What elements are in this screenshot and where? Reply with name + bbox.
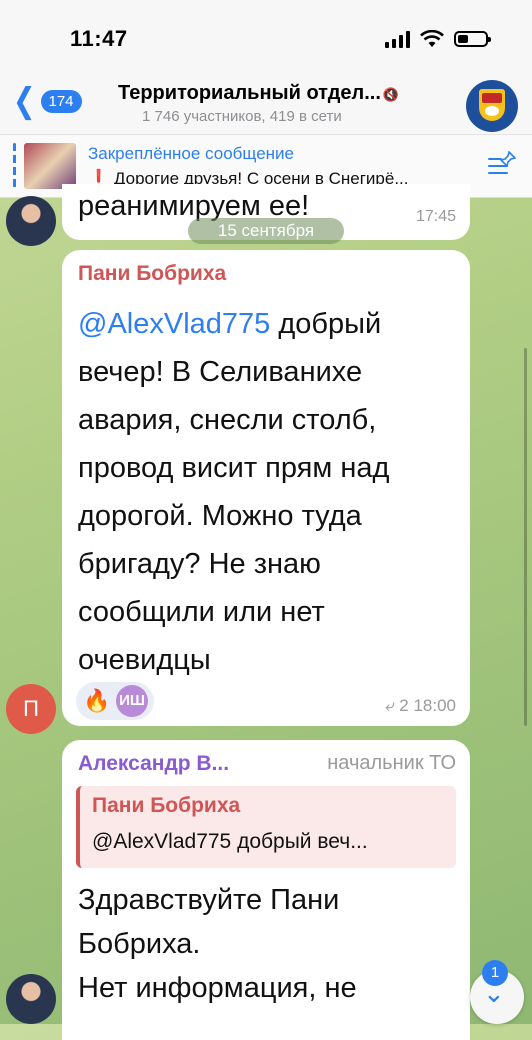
pinned-list-icon[interactable] [488, 151, 516, 179]
coat-of-arms-icon [479, 89, 505, 121]
message-time: 18:00 [413, 696, 456, 715]
message-bubble[interactable]: Пани Бобриха @AlexVlad775 добрый вечер! … [62, 250, 470, 726]
group-avatar[interactable] [466, 80, 518, 132]
status-icons [385, 30, 491, 48]
date-divider: 15 сентября [188, 218, 344, 244]
chat-title[interactable]: Территориальный отдел... 🔇 [118, 82, 399, 105]
wifi-icon [420, 30, 444, 47]
chat-header: ❮ 174 Территориальный отдел... 🔇 1 746 уч… [0, 78, 532, 134]
mention-link[interactable]: @AlexVlad775 [78, 308, 270, 340]
chevron-left-icon: ❮ [12, 82, 36, 120]
reaction-user-avatar: ИШ [116, 685, 148, 717]
pinned-indicator [13, 143, 16, 189]
avatar[interactable]: П [6, 684, 56, 734]
pinned-title: Закреплённое сообщение [88, 144, 294, 163]
quote-text: @AlexVlad775 добрый веч... [92, 830, 368, 853]
message-text: Здравствуйте Пани Бобриха. Нет информаци… [78, 884, 357, 1004]
battery-icon [454, 31, 491, 47]
unread-badge: 1 [482, 960, 508, 986]
cellular-signal-icon [385, 30, 410, 48]
fire-reaction-icon[interactable]: 🔥 [82, 688, 112, 714]
back-button[interactable]: ❮ 174 [10, 84, 82, 118]
scroll-indicator [524, 348, 527, 726]
reply-count[interactable]: 2 [399, 696, 408, 715]
message-meta: ⤶ 2 18:00 [385, 696, 456, 716]
sender-name[interactable]: Пани Бобриха [78, 262, 226, 286]
message-time: 17:45 [415, 208, 456, 225]
message-text-content: добрый вечер! В Селиванихе авария, снесл… [78, 308, 390, 676]
avatar[interactable] [6, 196, 56, 246]
reply-quote[interactable]: Пани Бобриха @AlexVlad775 добрый веч... [76, 786, 456, 868]
message-text: @AlexVlad775 добрый вечер! В Селиванихе … [78, 300, 462, 684]
status-bar: 11:47 [0, 0, 532, 78]
avatar[interactable] [6, 974, 56, 1024]
reactions[interactable]: 🔥 ИШ [76, 682, 154, 720]
sender-name[interactable]: Александр В... [78, 752, 229, 776]
speaker-muted-icon: 🔇 [382, 87, 400, 102]
chat-title-text: Территориальный отдел... [118, 82, 381, 104]
quote-sender: Пани Бобриха [92, 794, 241, 817]
reply-icon: ⤶ [384, 696, 395, 715]
pinned-thumbnail [24, 143, 76, 189]
chat-subtitle: 1 746 участников, 419 в сети [142, 108, 342, 125]
sender-role-tag: начальник ТО [327, 752, 456, 774]
unread-count-badge: 174 [40, 89, 82, 113]
message-bubble[interactable]: Александр В... начальник ТО Пани Бобриха… [62, 740, 470, 1040]
clock: 11:47 [70, 26, 128, 51]
